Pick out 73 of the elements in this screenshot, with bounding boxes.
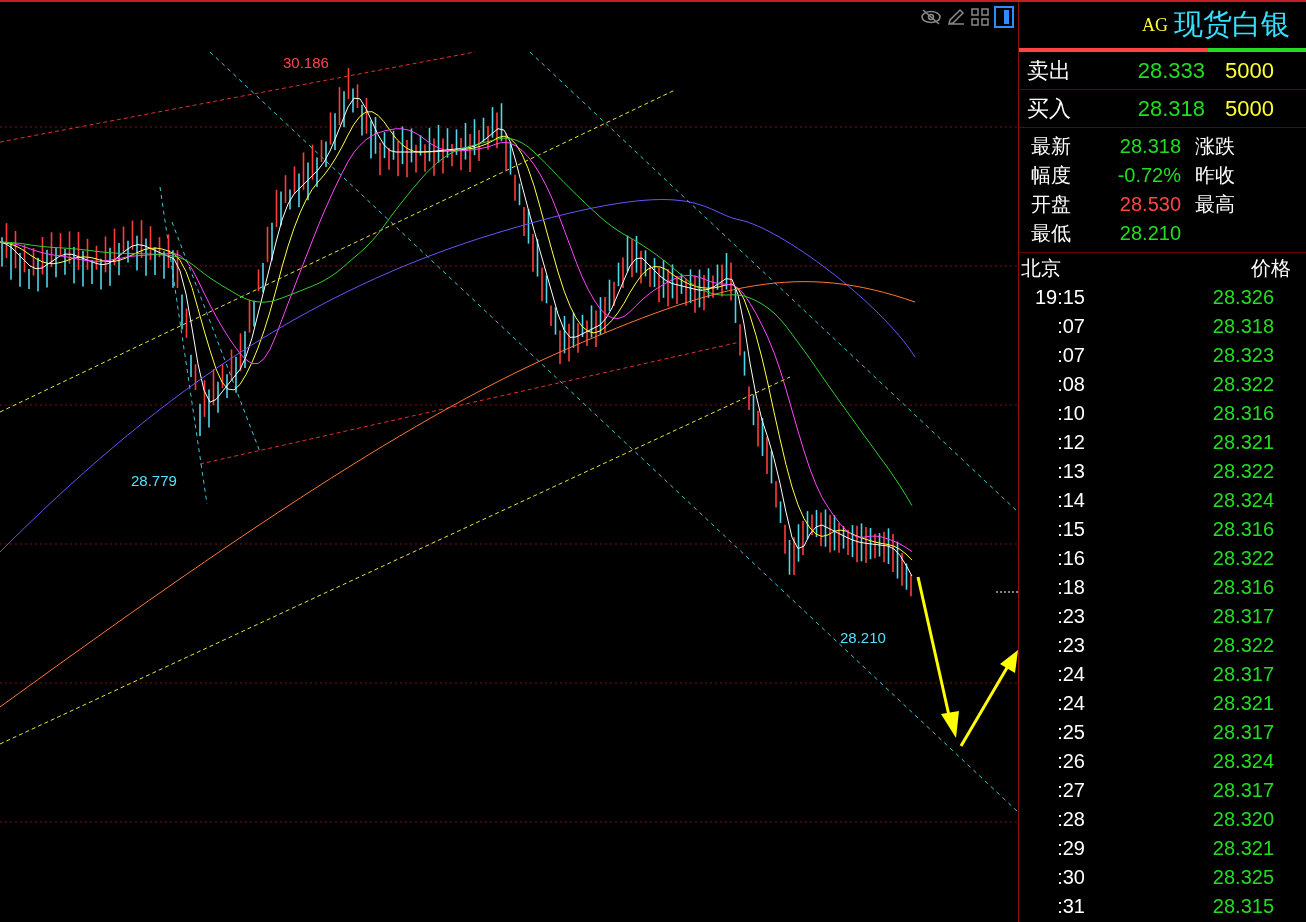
tick-time: :18 (1056, 576, 1085, 599)
price-label: 28.210 (840, 629, 886, 646)
tick-time: :30 (1056, 866, 1085, 889)
stat-label: 最新 (1031, 134, 1072, 159)
pencil-icon[interactable] (946, 7, 966, 27)
column-header: 北京 (1020, 256, 1062, 281)
tick-time: :07 (1056, 344, 1085, 367)
price-label: 30.186 (283, 54, 329, 71)
tick-time: :31 (1056, 895, 1085, 918)
tick-time: :08 (1056, 373, 1085, 396)
panel-icon[interactable] (994, 6, 1014, 28)
tick-time: :07 (1056, 315, 1085, 338)
tick-time: :28 (1056, 808, 1085, 831)
tick-price: 28.320 (1211, 808, 1274, 831)
tick-price: 28.322 (1211, 460, 1274, 483)
tick-price: 28.317 (1211, 721, 1274, 744)
tick-price: 28.322 (1211, 547, 1274, 570)
stat-label: 开盘 (1031, 192, 1072, 217)
tick-time: :26 (1056, 750, 1085, 773)
tick-time: :25 (1056, 721, 1085, 744)
tick-time: :24 (1056, 692, 1085, 715)
quote-label: 卖出 (1026, 56, 1072, 85)
tick-price: 28.317 (1211, 663, 1274, 686)
quote-volume: 5000 (1224, 95, 1274, 122)
stat-value: 28.530 (1118, 192, 1182, 217)
tick-time: :23 (1056, 634, 1085, 657)
tick-time: :13 (1056, 460, 1085, 483)
tick-price: 28.323 (1211, 344, 1274, 367)
grid-icon[interactable] (970, 7, 990, 27)
stat-label: 涨跌 (1195, 134, 1236, 159)
tick-price: 28.322 (1211, 373, 1274, 396)
tick-time: :10 (1056, 402, 1085, 425)
tick-price: 28.321 (1211, 692, 1274, 715)
symbol-code: AG (1142, 14, 1168, 36)
tick-price: 28.322 (1211, 634, 1274, 657)
tick-price: 28.316 (1211, 576, 1274, 599)
tick-price: 28.324 (1211, 750, 1274, 773)
tick-time: :15 (1056, 518, 1085, 541)
tick-price: 28.325 (1211, 866, 1274, 889)
tick-time: :23 (1056, 605, 1085, 628)
stat-label: 幅度 (1031, 163, 1072, 188)
quote-price: 28.333 (1136, 57, 1205, 84)
tick-time: :12 (1056, 431, 1085, 454)
price-marker-line (995, 591, 1018, 593)
stat-value: -0.72% (1116, 163, 1182, 188)
tick-price: 28.326 (1211, 286, 1274, 309)
quote-label: 买入 (1026, 94, 1072, 123)
tick-time: :14 (1056, 489, 1085, 512)
tick-price: 28.324 (1211, 489, 1274, 512)
symbol-title: 现货白银 (1174, 7, 1290, 42)
tick-price: 28.321 (1211, 837, 1274, 860)
quote-price: 28.318 (1136, 95, 1205, 122)
tick-price: 28.316 (1211, 402, 1274, 425)
tick-time: :27 (1056, 779, 1085, 802)
tick-time: :16 (1056, 547, 1085, 570)
tick-time: :24 (1056, 663, 1085, 686)
quote-volume: 5000 (1224, 57, 1274, 84)
price-label: 28.779 (131, 472, 177, 489)
stat-value: 28.210 (1118, 221, 1182, 246)
tick-time: 19:15 (1033, 286, 1085, 309)
column-header: 价格 (1250, 256, 1291, 281)
tick-price: 28.315 (1211, 895, 1274, 918)
stat-label: 最低 (1031, 221, 1072, 246)
tick-price: 28.316 (1211, 518, 1274, 541)
stat-value: 28.318 (1118, 134, 1182, 159)
tick-price: 28.317 (1211, 605, 1274, 628)
tick-price: 28.318 (1211, 315, 1274, 338)
tick-time: :29 (1056, 837, 1085, 860)
hide-icon[interactable] (920, 8, 942, 26)
tick-price: 28.321 (1211, 431, 1274, 454)
tick-price: 28.317 (1211, 779, 1274, 802)
stat-label: 最高 (1195, 192, 1236, 217)
stat-label: 昨收 (1195, 163, 1236, 188)
